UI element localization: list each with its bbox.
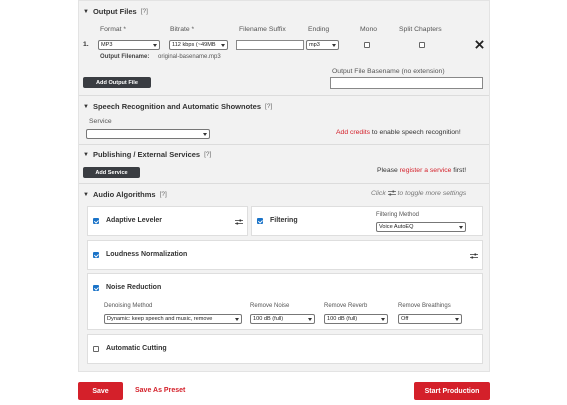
divider	[79, 183, 489, 184]
output-files-title: Output Files	[92, 7, 137, 16]
register-suffix: first!	[451, 167, 467, 174]
noise-reduction-label: Noise Reduction	[106, 284, 162, 291]
bitrate-column-label: Bitrate *	[170, 26, 195, 33]
remove-reverb-label: Remove Reverb	[324, 303, 368, 309]
format-column-label: Format *	[100, 26, 127, 33]
audio-help-link[interactable]: [?]	[160, 191, 167, 198]
speech-service-select[interactable]	[86, 129, 210, 139]
denoising-method-label: Denoising Method	[104, 303, 153, 309]
add-credits-message: Add credits to enable speech recognition…	[336, 129, 461, 136]
collapse-triangle-icon[interactable]: ▼	[83, 9, 89, 15]
save-button[interactable]: Save	[78, 382, 123, 400]
register-service-message: Please register a service first!	[377, 167, 466, 174]
filename-suffix-input[interactable]	[236, 40, 304, 50]
filename-suffix-column-label: Filename Suffix	[239, 26, 286, 33]
noise-reduction-card: Noise Reduction Denoising Method Dynamic…	[87, 273, 483, 330]
output-files-header[interactable]: ▼ Output Files [?]	[83, 7, 148, 16]
ending-column-label: Ending	[308, 26, 330, 33]
add-credits-link[interactable]: Add credits	[336, 129, 370, 136]
split-chapters-checkbox[interactable]	[419, 42, 425, 48]
filtering-card: Filtering Filtering Method Voice AutoEQ	[251, 206, 483, 236]
ending-select[interactable]: mp3	[306, 40, 339, 50]
filtering-label: Filtering	[270, 217, 298, 224]
loudness-normalization-card: Loudness Normalization	[87, 240, 483, 270]
output-files-help-link[interactable]: [?]	[141, 8, 148, 15]
filtering-method-select[interactable]: Voice AutoEQ	[376, 222, 466, 232]
adaptive-leveler-card: Adaptive Leveler	[87, 206, 248, 236]
split-chapters-column-label: Split Chapters	[399, 26, 442, 33]
save-as-preset-link[interactable]: Save As Preset	[135, 387, 185, 394]
collapse-triangle-icon[interactable]: ▼	[83, 104, 89, 110]
service-label: Service	[89, 118, 112, 125]
automatic-cutting-card: Automatic Cutting	[87, 334, 483, 364]
audio-algorithms-title: Audio Algorithms	[92, 190, 156, 199]
basename-label: Output File Basename (no extension)	[332, 68, 445, 75]
settings-toggle-icon[interactable]	[470, 253, 478, 259]
speech-help-link[interactable]: [?]	[265, 103, 272, 110]
publishing-header[interactable]: ▼ Publishing / External Services [?]	[83, 150, 211, 159]
bitrate-select[interactable]: 112 kbps (~49MB	[169, 40, 228, 50]
format-select[interactable]: MP3	[98, 40, 160, 50]
denoising-method-select[interactable]: Dynamic: keep speech and music, remove	[104, 314, 242, 324]
hint-suffix: to toggle more settings	[395, 190, 467, 197]
add-service-button[interactable]: Add Service	[83, 167, 140, 178]
close-icon[interactable]	[475, 40, 484, 49]
remove-breathings-select[interactable]: Off	[398, 314, 462, 324]
hint-prefix: Click	[371, 190, 388, 197]
remove-noise-select[interactable]: 100 dB (full)	[250, 314, 315, 324]
automatic-cutting-label: Automatic Cutting	[106, 345, 167, 352]
filtering-checkbox[interactable]	[257, 218, 263, 224]
register-prefix: Please	[377, 167, 400, 174]
basename-input[interactable]	[330, 77, 483, 89]
register-service-link[interactable]: register a service	[400, 167, 452, 174]
production-settings-panel: ▼ Output Files [?] Format * Bitrate * Fi…	[78, 0, 490, 372]
remove-breathings-label: Remove Breathings	[398, 303, 451, 309]
settings-toggle-icon[interactable]	[235, 219, 243, 225]
filtering-method-label: Filtering Method	[376, 212, 420, 218]
add-output-file-button[interactable]: Add Output File	[83, 77, 151, 88]
add-credits-suffix: to enable speech recognition!	[370, 129, 461, 136]
speech-recognition-header[interactable]: ▼ Speech Recognition and Automatic Shown…	[83, 102, 272, 111]
toggle-settings-hint: Click to toggle more settings	[371, 190, 466, 197]
audio-algorithms-header[interactable]: ▼ Audio Algorithms [?]	[83, 190, 167, 199]
divider	[79, 144, 489, 145]
collapse-triangle-icon[interactable]: ▼	[83, 192, 89, 198]
loudness-normalization-label: Loudness Normalization	[106, 251, 188, 258]
mono-column-label: Mono	[360, 26, 378, 33]
adaptive-leveler-checkbox[interactable]	[93, 218, 99, 224]
collapse-triangle-icon[interactable]: ▼	[83, 152, 89, 158]
publishing-title: Publishing / External Services	[92, 150, 201, 159]
output-filename-value: original-basename.mp3	[158, 54, 221, 60]
automatic-cutting-checkbox[interactable]	[93, 346, 99, 352]
output-filename-label: Output Filename:	[100, 54, 150, 60]
publishing-help-link[interactable]: [?]	[204, 151, 211, 158]
divider	[79, 95, 489, 96]
start-production-button[interactable]: Start Production	[414, 382, 490, 400]
loudness-normalization-checkbox[interactable]	[93, 252, 99, 258]
output-row-number: 1.	[83, 41, 89, 48]
speech-recognition-title: Speech Recognition and Automatic Shownot…	[92, 102, 262, 111]
adaptive-leveler-label: Adaptive Leveler	[106, 217, 163, 224]
remove-noise-label: Remove Noise	[250, 303, 290, 309]
remove-reverb-select[interactable]: 100 dB (full)	[324, 314, 388, 324]
sliders-icon	[387, 190, 396, 196]
noise-reduction-checkbox[interactable]	[93, 285, 99, 291]
mono-checkbox[interactable]	[364, 42, 370, 48]
